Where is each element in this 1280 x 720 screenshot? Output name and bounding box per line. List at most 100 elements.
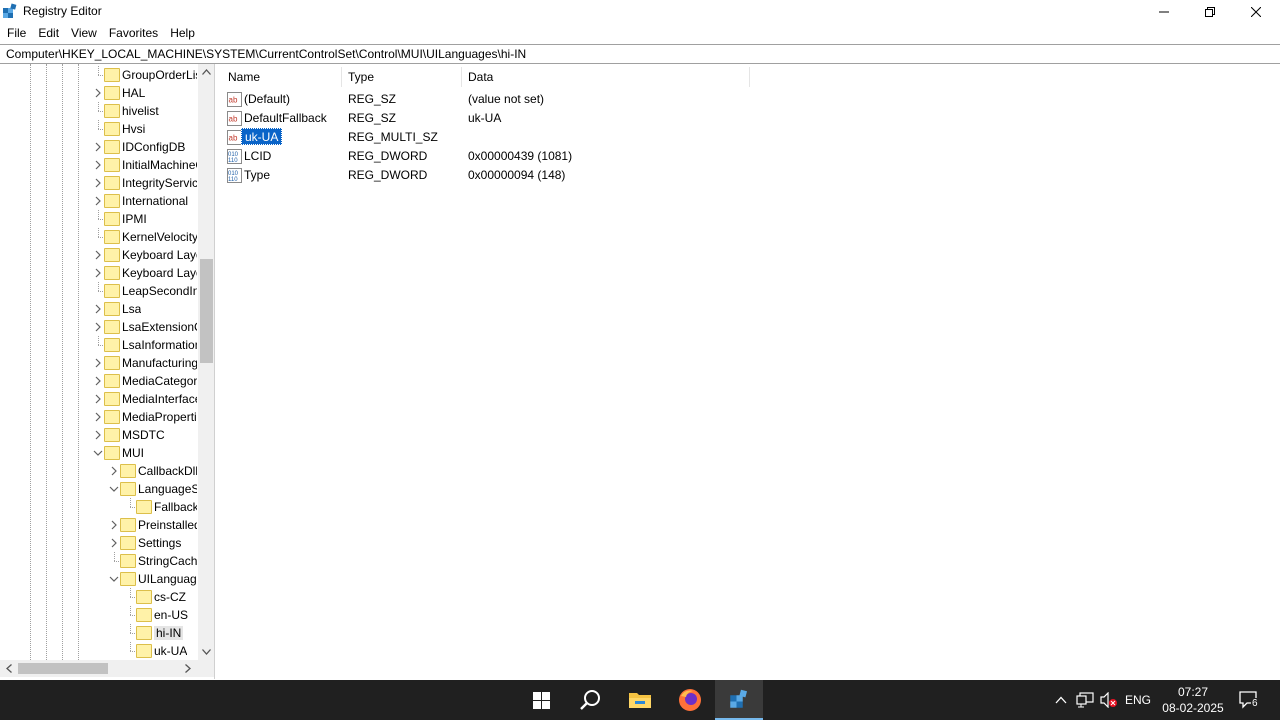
chevron-right-icon[interactable] [92,321,104,333]
tree-item[interactable]: LsaInformation [0,336,197,354]
tree-item[interactable]: IntegrityServices [0,174,197,192]
column-header-type[interactable]: Type [348,70,374,88]
minimize-button[interactable] [1141,0,1187,23]
value-row[interactable]: ab DefaultFallback REG_SZ uk-UA [219,109,1219,128]
menu-view[interactable]: View [65,23,103,43]
chevron-right-icon[interactable] [92,303,104,315]
search-button[interactable] [566,680,614,720]
column-header-data[interactable]: Data [468,70,493,88]
menu-file[interactable]: File [0,23,32,43]
tree-item[interactable]: PreinstalledLanguages [0,516,197,534]
column-divider[interactable] [461,67,462,87]
scroll-left-icon[interactable] [6,664,12,673]
tree-item[interactable]: MediaInterfaces [0,390,197,408]
column-divider[interactable] [341,67,342,87]
start-button[interactable] [517,680,565,720]
menu-edit[interactable]: Edit [32,23,65,43]
key-tree[interactable]: GroupOrderList HAL hivelist Hvsi IDConfigDB I… [0,64,215,679]
tree-item[interactable]: MediaProperties [0,408,197,426]
tree-item[interactable]: LsaExtensionConfig [0,318,197,336]
tree-item[interactable]: LanguageSetup [0,480,197,498]
chevron-down-icon[interactable] [108,483,120,495]
menu-help[interactable]: Help [164,23,201,43]
chevron-right-icon[interactable] [92,267,104,279]
chevron-right-icon[interactable] [92,375,104,387]
tree-vertical-scrollbar[interactable] [198,64,214,660]
firefox-button[interactable] [666,680,714,720]
restore-button[interactable] [1187,0,1233,23]
tree-item[interactable]: International [0,192,197,210]
tree-item-label: UILanguages [138,572,197,586]
chevron-right-icon[interactable] [92,249,104,261]
tree-horizontal-scroll-thumb[interactable] [18,663,108,674]
input-language-button[interactable]: ENG [1124,680,1152,720]
tree-item[interactable]: IPMI [0,210,197,228]
tree-horizontal-scrollbar[interactable] [0,660,198,677]
show-hidden-icons-button[interactable] [1050,680,1072,720]
tree-item[interactable]: cs-CZ [0,588,197,606]
menu-bar: File Edit View Favorites Help [0,23,1280,43]
chevron-right-icon[interactable] [92,411,104,423]
folder-icon [104,212,120,226]
column-header-name[interactable]: Name [228,70,260,88]
tree-item[interactable]: MUI [0,444,197,462]
tree-item[interactable]: MediaCategories [0,372,197,390]
chevron-down-icon[interactable] [92,447,104,459]
tree-item[interactable]: KernelVelocity [0,228,197,246]
tree-item[interactable]: CallbackDlls [0,462,197,480]
values-list[interactable]: Name Type Data ab (Default) REG_SZ (value n… [219,64,1280,679]
tree-item[interactable]: hi-IN [0,624,197,642]
tree-item[interactable]: en-US [0,606,197,624]
tree-item[interactable]: UILanguages [0,570,197,588]
menu-favorites[interactable]: Favorites [103,23,164,43]
clock[interactable]: 07:27 08-02-2025 [1158,684,1228,716]
scroll-right-icon[interactable] [185,664,191,673]
network-button[interactable] [1074,680,1096,720]
chevron-right-icon[interactable] [92,159,104,171]
chevron-right-icon[interactable] [92,87,104,99]
action-center-button[interactable]: 6 [1234,680,1264,720]
tree-item[interactable]: ManufacturingMode [0,354,197,372]
tree-item[interactable]: uk-UA [0,642,197,660]
tree-item-label: MediaCategories [122,374,197,388]
column-divider[interactable] [749,67,750,87]
value-row[interactable]: 010 110 Type REG_DWORD 0x00000094 (148) [219,166,1219,185]
close-button[interactable] [1233,0,1279,23]
tree-item[interactable]: Hvsi [0,120,197,138]
tree-item[interactable]: Keyboard Layout [0,246,197,264]
chevron-right-icon[interactable] [92,357,104,369]
chevron-right-icon[interactable] [108,519,120,531]
registry-editor-taskbar-button[interactable] [715,680,763,720]
tree-item[interactable]: Fallback [0,498,197,516]
value-row[interactable]: 010 110 LCID REG_DWORD 0x00000439 (1081) [219,147,1219,166]
chevron-right-icon[interactable] [92,141,104,153]
tree-item[interactable]: GroupOrderList [0,66,197,84]
chevron-right-icon[interactable] [108,465,120,477]
scroll-up-icon[interactable] [202,69,211,75]
address-path[interactable]: Computer\HKEY_LOCAL_MACHINE\SYSTEM\Curre… [6,47,526,61]
chevron-down-icon[interactable] [108,573,120,585]
tree-item[interactable]: Keyboard Layouts [0,264,197,282]
tree-item[interactable]: InitialMachineConfig [0,156,197,174]
chevron-right-icon[interactable] [92,393,104,405]
volume-button[interactable] [1098,680,1120,720]
tree-item[interactable]: Lsa [0,300,197,318]
chevron-right-icon[interactable] [108,537,120,549]
tree-item[interactable]: MSDTC [0,426,197,444]
scroll-down-icon[interactable] [202,649,211,655]
value-row[interactable]: ab (Default) REG_SZ (value not set) [219,90,1219,109]
tree-vertical-scroll-thumb[interactable] [200,259,213,363]
tree-item[interactable]: hivelist [0,102,197,120]
tree-item[interactable]: IDConfigDB [0,138,197,156]
value-row[interactable]: ab uk-UA REG_MULTI_SZ [219,128,1219,147]
svg-text:ab: ab [229,96,238,105]
chevron-right-icon[interactable] [92,177,104,189]
chevron-right-icon[interactable] [92,195,104,207]
tree-item[interactable]: HAL [0,84,197,102]
tree-item[interactable]: StringCacheSettings [0,552,197,570]
tree-item[interactable]: LeapSecondInformation [0,282,197,300]
tree-item[interactable]: Settings [0,534,197,552]
file-explorer-button[interactable] [616,680,664,720]
chevron-right-icon[interactable] [92,429,104,441]
address-bar[interactable]: Computer\HKEY_LOCAL_MACHINE\SYSTEM\Curre… [0,44,1280,64]
